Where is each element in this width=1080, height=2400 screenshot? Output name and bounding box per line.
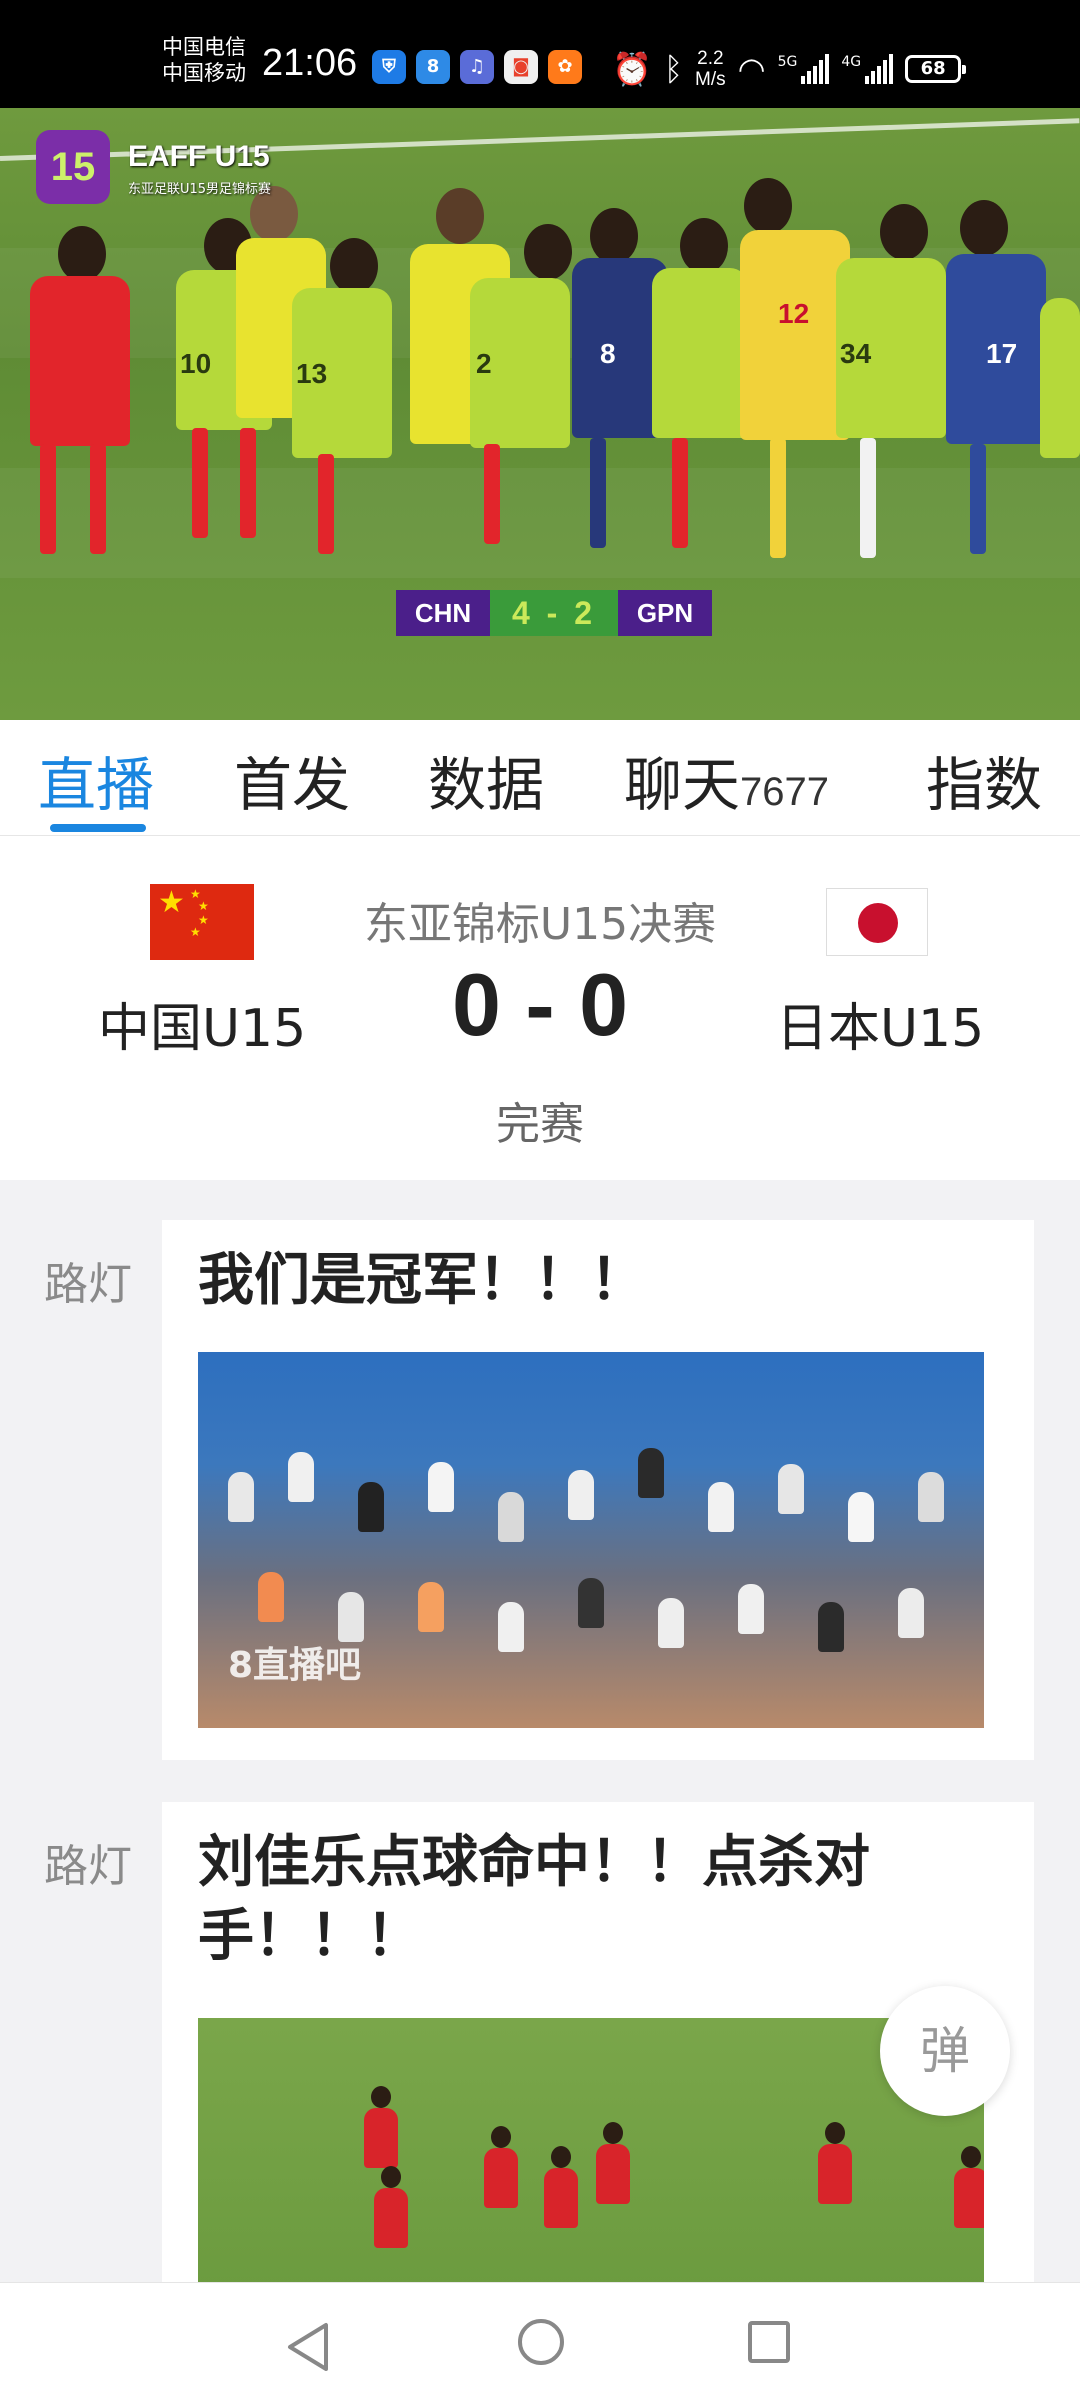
system-nav-bar xyxy=(0,2282,1080,2400)
signal-2-label: 4G xyxy=(841,54,862,70)
signal-2-icon: 4G xyxy=(841,54,894,84)
network-speed-value: 2.2 xyxy=(697,48,724,69)
zhibo8-app-icon: 8 xyxy=(416,50,450,84)
status-bar: 中国电信 中国移动 21:06 ⛨ 8 ♫ ◙ ✿ ⏰ ᛒ 2.2 M/s ◠ … xyxy=(0,0,1080,108)
tab-chat[interactable]: 聊天7677 xyxy=(624,738,829,822)
clock: 21:06 xyxy=(262,42,358,84)
tab-lineup-label: 首发 xyxy=(234,751,351,819)
tab-odds[interactable]: 指数 xyxy=(926,738,1042,822)
wifi-icon: ◠ xyxy=(737,50,766,88)
carrier-names: 中国电信 中国移动 xyxy=(162,34,246,86)
tab-bar: 直播 首发 数据 聊天7677 指数 xyxy=(0,720,1080,836)
battery-icon: 68 xyxy=(905,55,967,83)
screen: 中国电信 中国移动 21:06 ⛨ 8 ♫ ◙ ✿ ⏰ ᛒ 2.2 M/s ◠ … xyxy=(0,0,1080,2400)
active-tab-indicator xyxy=(50,824,146,832)
notification-icons: ⛨ 8 ♫ ◙ ✿ xyxy=(372,50,582,84)
scorebug-score: 4 - 2 xyxy=(490,590,618,636)
bluetooth-icon: ᛒ xyxy=(663,50,684,88)
tab-live[interactable]: 直播 xyxy=(38,738,154,822)
tab-stats-label: 数据 xyxy=(428,751,545,819)
back-icon[interactable] xyxy=(286,2321,330,2373)
shield-app-icon: ⛨ xyxy=(372,50,406,84)
japan-flag-icon xyxy=(826,888,928,956)
match-header: ★ ★ ★ ★ ★ 东亚锦标U15决赛 中国U15 0 - 0 日本U15 完赛 xyxy=(0,836,1080,1180)
chat-count: 7677 xyxy=(740,770,829,814)
carrier-2: 中国移动 xyxy=(162,61,246,85)
event-title: EAFF U15 xyxy=(128,140,270,173)
tab-chat-label: 聊天 xyxy=(624,751,741,819)
scorebug-home: CHN xyxy=(396,590,490,636)
video-app-icon: ◙ xyxy=(504,50,538,84)
tab-odds-label: 指数 xyxy=(926,751,1043,819)
danmaku-toggle-button[interactable]: 弹 xyxy=(880,1986,1010,2116)
event-subtitle: 东亚足联U15男足锦标赛 xyxy=(128,182,272,197)
tab-stats[interactable]: 数据 xyxy=(428,738,544,822)
post-title: 刘佳乐点球命中！！点杀对手！！！ xyxy=(198,1830,870,1969)
alarm-icon: ⏰ xyxy=(612,50,652,88)
post-author[interactable]: 路灯 xyxy=(44,1830,132,1894)
tab-lineup[interactable]: 首发 xyxy=(234,738,350,822)
music-app-icon: ♫ xyxy=(460,50,494,84)
post-card[interactable]: 我们是冠军！！！ 8直播吧 xyxy=(162,1220,1034,1760)
post-image[interactable]: 8直播吧 xyxy=(198,1352,984,1728)
post-image[interactable] xyxy=(198,2018,984,2282)
system-indicators: ⏰ ᛒ 2.2 M/s ◠ 5G 4G 68 xyxy=(612,48,967,90)
live-feed[interactable]: 路灯 我们是冠军！！！ 8直播吧 路灯 刘佳乐点球命中！！点杀对手！！！ xyxy=(0,1180,1080,2282)
recents-icon[interactable] xyxy=(748,2321,790,2363)
network-speed: 2.2 M/s xyxy=(695,48,726,90)
home-icon[interactable] xyxy=(518,2319,564,2365)
tab-live-label: 直播 xyxy=(38,751,155,819)
event-logo: 15 xyxy=(36,130,110,204)
match-status: 完赛 xyxy=(496,1099,584,1150)
post-title: 我们是冠军！！！ xyxy=(198,1248,646,1313)
signal-1-icon: 5G xyxy=(778,54,830,84)
live-video-player[interactable]: 10 13 2 8 12 34 17 15 EAFF U15 东亚足联U15男足… xyxy=(0,108,1080,720)
signal-1-label: 5G xyxy=(777,54,798,70)
carrier-1: 中国电信 xyxy=(162,35,246,59)
post-author[interactable]: 路灯 xyxy=(44,1248,132,1312)
video-scorebug: CHN 4 - 2 GPN xyxy=(396,590,712,636)
image-watermark: 8直播吧 xyxy=(228,1645,362,1686)
away-team-name[interactable]: 日本U15 xyxy=(776,986,984,1061)
scorebug-away: GPN xyxy=(618,590,712,636)
network-speed-unit: M/s xyxy=(695,69,726,90)
shopping-app-icon: ✿ xyxy=(548,50,582,84)
